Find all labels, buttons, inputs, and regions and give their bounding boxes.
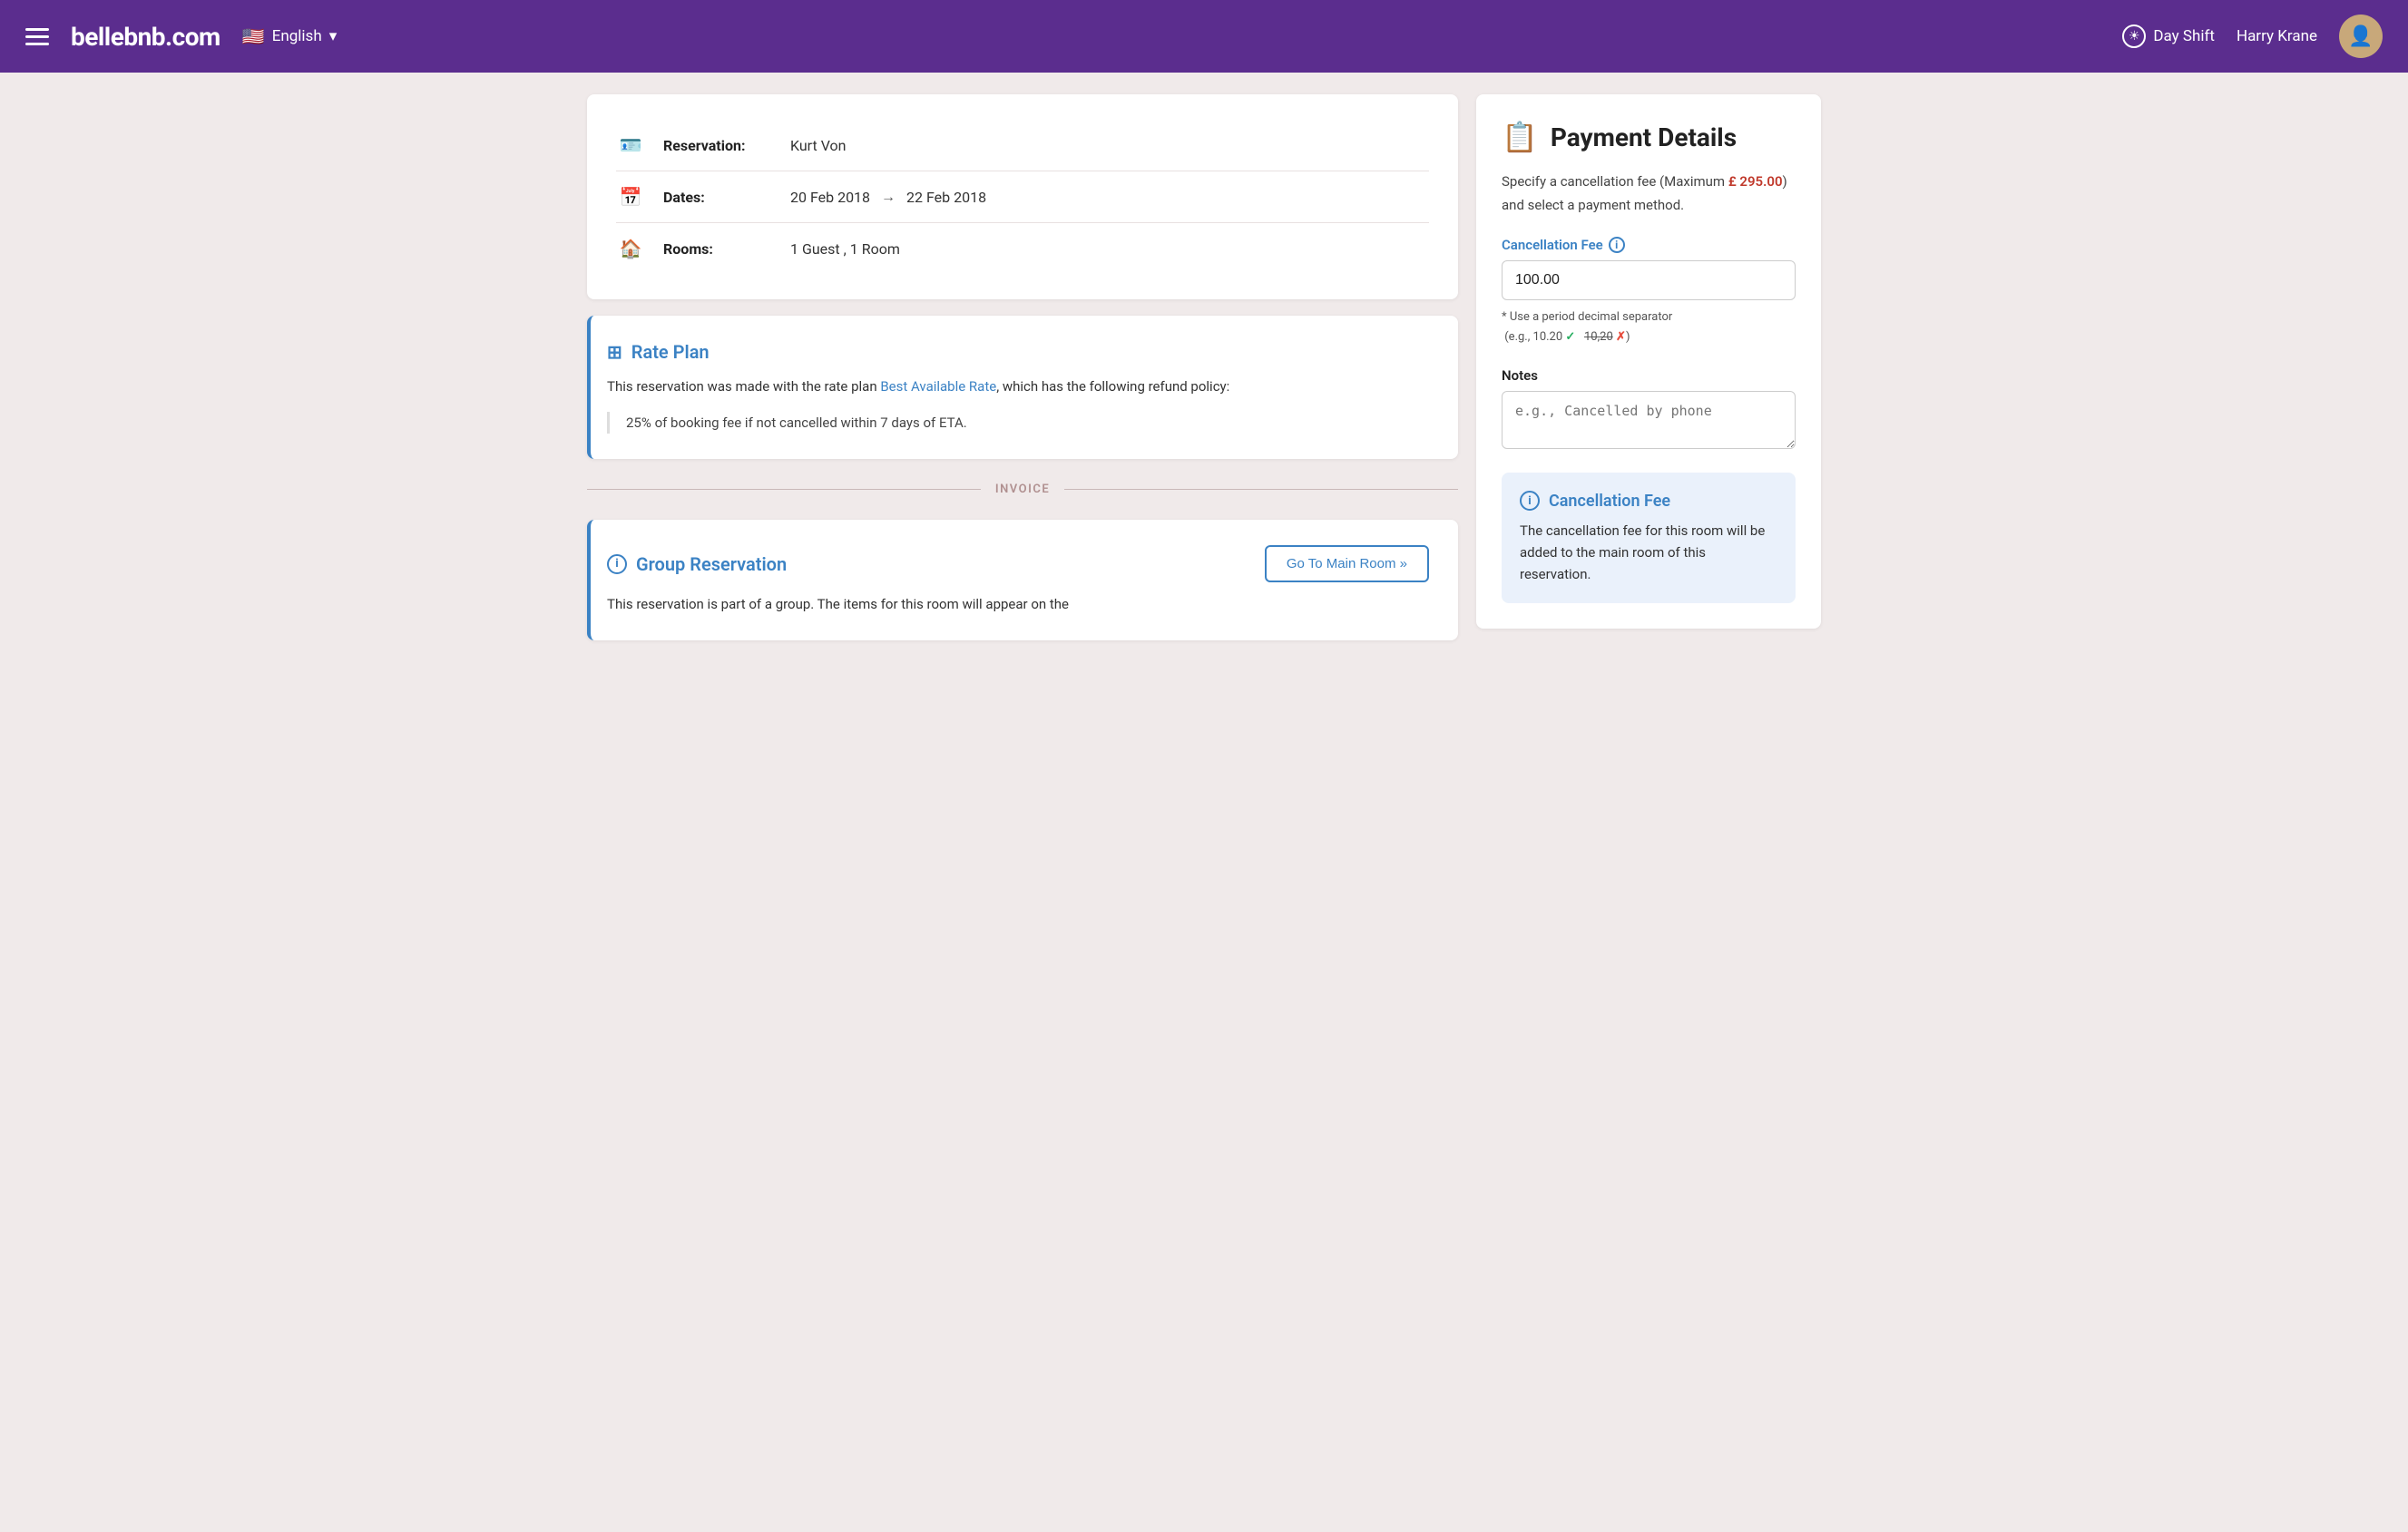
reservation-icon: 🪪	[616, 134, 645, 156]
shift-icon: ☀	[2122, 24, 2146, 48]
cancellation-info-box: i Cancellation Fee The cancellation fee …	[1502, 473, 1796, 603]
check-mark: ✓	[1565, 330, 1575, 344]
dates-label: Dates:	[663, 189, 772, 206]
user-name: Harry Krane	[2237, 27, 2317, 45]
info-circle-icon: i	[607, 554, 627, 574]
rate-plan-card: ⊞ Rate Plan This reservation was made wi…	[587, 316, 1458, 459]
dates-row: 📅 Dates: 20 Feb 2018 → 22 Feb 2018	[616, 171, 1429, 223]
invoice-line-left	[587, 489, 981, 490]
shift-label: Day Shift	[2153, 27, 2215, 45]
reservation-value: Kurt Von	[790, 137, 846, 154]
main-layout: 🪪 Reservation: Kurt Von 📅 Dates: 20 Feb …	[569, 73, 1839, 662]
flag-icon: 🇺🇸	[242, 25, 265, 47]
rooms-value: 1 Guest , 1 Room	[790, 240, 900, 258]
right-panel: 📋 Payment Details Specify a cancellation…	[1476, 94, 1821, 629]
language-selector[interactable]: 🇺🇸 English ▾	[242, 25, 337, 47]
go-to-main-button[interactable]: Go To Main Room »	[1265, 545, 1429, 582]
dates-icon: 📅	[616, 186, 645, 208]
correct-example: 10.20	[1533, 330, 1563, 344]
rate-plan-desc-pre: This reservation was made with the rate …	[607, 378, 880, 395]
rooms-icon: 🏠	[616, 238, 645, 259]
avatar: 👤	[2339, 15, 2383, 58]
date-from: 20 Feb 2018	[790, 189, 870, 206]
decimal-hint-line2: (e.g., 10.20 ✓ 10,20 ✗)	[1502, 327, 1796, 347]
dates-value: 20 Feb 2018 → 22 Feb 2018	[790, 188, 986, 206]
left-panel: 🪪 Reservation: Kurt Von 📅 Dates: 20 Feb …	[587, 94, 1458, 640]
cancellation-fee-input[interactable]	[1502, 260, 1796, 300]
chevron-down-icon: ▾	[329, 27, 338, 45]
notes-label: Notes	[1502, 367, 1796, 384]
max-amount: £ 295.00	[1728, 173, 1783, 190]
payment-description: Specify a cancellation fee (Maximum £ 29…	[1502, 171, 1796, 217]
header: bellebnb.com 🇺🇸 English ▾ ☀ Day Shift Ha…	[0, 0, 2408, 73]
language-label: English	[272, 27, 322, 45]
wrong-example: 10,20	[1584, 330, 1613, 344]
decimal-hint-line1: * Use a period decimal separator	[1502, 307, 1796, 327]
header-right: ☀ Day Shift Harry Krane 👤	[2122, 15, 2383, 58]
rooms-label: Rooms:	[663, 240, 772, 258]
payment-desc-pre: Specify a cancellation fee (Maximum	[1502, 173, 1728, 190]
group-res-description: This reservation is part of a group. The…	[607, 593, 1429, 615]
payment-title-text: Payment Details	[1551, 122, 1737, 152]
menu-icon[interactable]	[25, 28, 49, 45]
arrow-icon: →	[881, 188, 896, 206]
group-res-header: i Group Reservation Go To Main Room »	[607, 545, 1429, 582]
group-res-title-text: Group Reservation	[636, 553, 787, 575]
notes-input[interactable]	[1502, 391, 1796, 449]
reservation-label: Reservation:	[663, 137, 772, 154]
rate-plan-link[interactable]: Best Available Rate	[880, 378, 996, 395]
invoice-line-right	[1064, 489, 1458, 490]
invoice-label: INVOICE	[995, 483, 1050, 496]
rooms-row: 🏠 Rooms: 1 Guest , 1 Room	[616, 223, 1429, 274]
group-res-title: i Group Reservation	[607, 553, 787, 575]
date-to: 22 Feb 2018	[906, 189, 986, 206]
decimal-hint: * Use a period decimal separator (e.g., …	[1502, 307, 1796, 347]
cancellation-info-title: i Cancellation Fee	[1520, 491, 1777, 511]
rate-plan-title: ⊞ Rate Plan	[607, 341, 1429, 363]
rate-plan-description: This reservation was made with the rate …	[607, 376, 1429, 397]
group-reservation-card: i Group Reservation Go To Main Room » Th…	[587, 520, 1458, 640]
rate-plan-desc-post: , which has the following refund policy:	[996, 378, 1229, 395]
cancellation-fee-label-text: Cancellation Fee	[1502, 237, 1603, 253]
cross-mark: ✗	[1616, 330, 1626, 344]
invoice-divider: INVOICE	[587, 475, 1458, 503]
cancellation-info-text: The cancellation fee for this room will …	[1520, 520, 1777, 585]
reservation-card: 🪪 Reservation: Kurt Von 📅 Dates: 20 Feb …	[587, 94, 1458, 299]
cancellation-info-icon: i	[1609, 237, 1625, 253]
logo: bellebnb.com	[71, 22, 220, 52]
rate-plan-title-text: Rate Plan	[631, 341, 710, 363]
refund-policy: 25% of booking fee if not cancelled with…	[607, 412, 1429, 434]
payment-title-row: 📋 Payment Details	[1502, 120, 1796, 154]
rate-plan-icon: ⊞	[607, 341, 622, 363]
cancellation-box-icon: i	[1520, 491, 1540, 511]
day-shift: ☀ Day Shift	[2122, 24, 2215, 48]
payment-icon: 📋	[1502, 120, 1538, 154]
reservation-row: 🪪 Reservation: Kurt Von	[616, 120, 1429, 171]
cancellation-fee-label: Cancellation Fee i	[1502, 237, 1796, 253]
cancellation-info-title-text: Cancellation Fee	[1549, 492, 1670, 511]
